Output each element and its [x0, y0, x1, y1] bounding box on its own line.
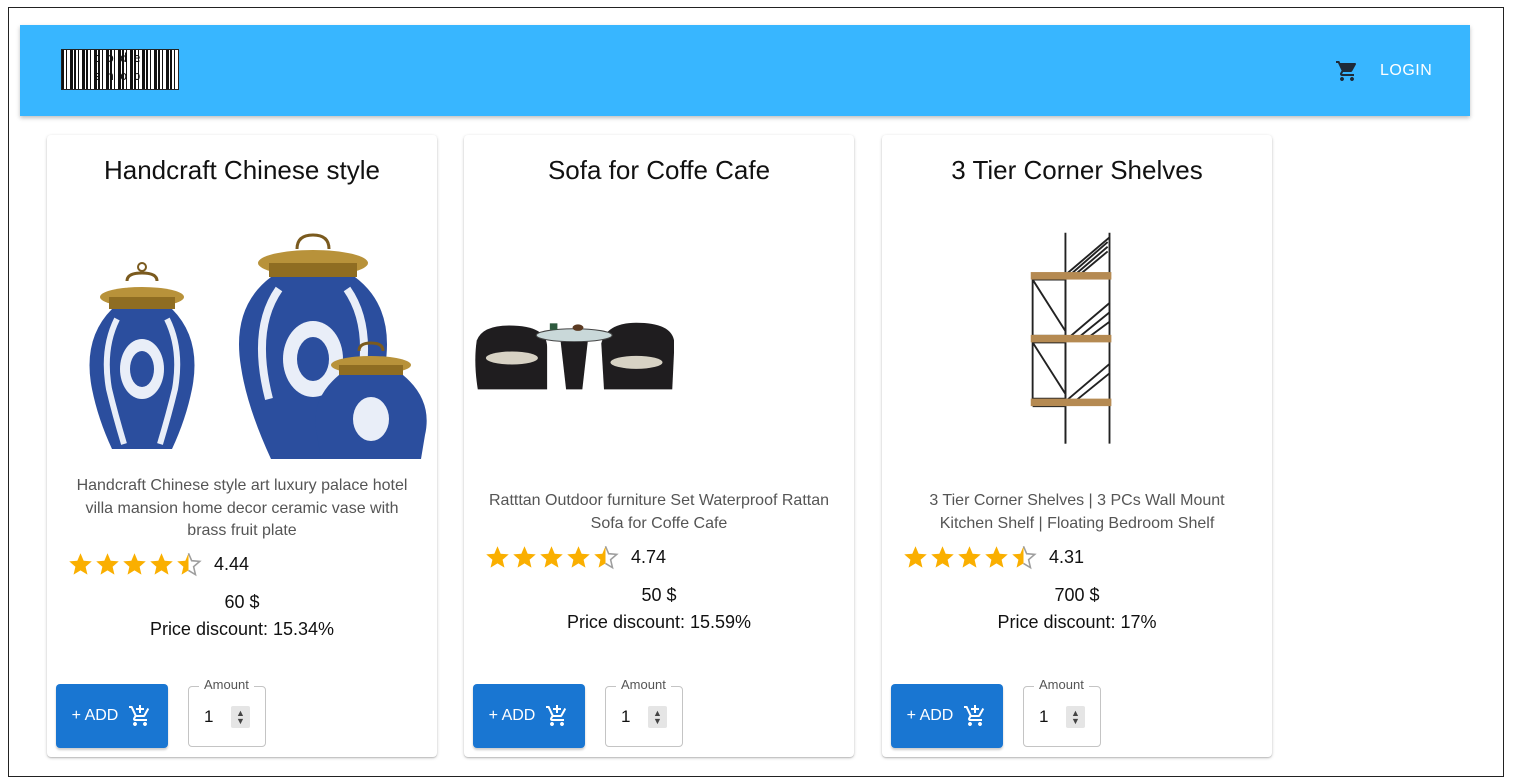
product-price: 50 $: [641, 585, 677, 605]
amount-value: 1: [204, 707, 214, 726]
star-full-icon: [123, 553, 146, 575]
star-full-icon: [150, 553, 173, 575]
star-full-icon: [985, 546, 1008, 568]
star-full-icon: [513, 546, 536, 568]
amount-field[interactable]: Amount 1 ▲ ▼: [188, 677, 266, 747]
product-title: Handcraft Chinese style: [103, 155, 381, 185]
product-rating: 4.74: [484, 544, 666, 571]
add-label: + ADD: [488, 707, 536, 724]
product-price: 60 $: [224, 592, 260, 612]
product-title: 3 Tier Corner Shelves: [951, 155, 1203, 185]
rating-value: 4.31: [1049, 547, 1085, 567]
add-to-cart-button[interactable]: + ADD: [891, 684, 1003, 748]
code-shop-logo[interactable]: code shop: [61, 49, 179, 90]
star-full-icon: [486, 546, 509, 568]
amount-value: 1: [1039, 707, 1049, 726]
star-full-icon: [958, 546, 981, 568]
add-label: + ADD: [906, 707, 954, 724]
logo-text-shop: shop: [93, 69, 147, 83]
star-half-icon: [177, 552, 202, 577]
add-shopping-cart-icon: [964, 705, 985, 726]
star-half-icon: [594, 545, 619, 570]
product-description: 3 Tier Corner Shelves | 3 PCs Wall Mount…: [929, 492, 1225, 532]
product-image-rattan-sofa: [474, 319, 675, 390]
price-discount: Price discount: 15.34%: [149, 619, 335, 639]
amount-label: Amount: [616, 677, 671, 692]
login-button[interactable]: LOGIN: [1370, 59, 1442, 83]
rating-value: 4.74: [631, 547, 667, 567]
rating-value: 4.44: [214, 554, 250, 574]
app-bar: code shop LOGIN: [20, 25, 1470, 116]
amount-spinner[interactable]: ▲ ▼: [648, 706, 667, 728]
amount-value: 1: [621, 707, 631, 726]
product-price: 700 $: [1054, 585, 1100, 605]
star-full-icon: [540, 546, 563, 568]
add-shopping-cart-icon: [129, 705, 150, 726]
product-card: Sofa for Coffe Cafe Ratttan Outdoor furn…: [464, 135, 854, 757]
product-image-vases: [57, 219, 427, 459]
star-full-icon: [567, 546, 590, 568]
amount-spinner[interactable]: ▲ ▼: [1066, 706, 1085, 728]
star-full-icon: [904, 546, 927, 568]
star-full-icon: [931, 546, 954, 568]
amount-field[interactable]: Amount 1 ▲ ▼: [1023, 677, 1101, 747]
price-discount: Price discount: 15.59%: [566, 612, 752, 632]
product-title: Sofa for Coffe Cafe: [547, 155, 771, 185]
amount-field[interactable]: Amount 1 ▲ ▼: [605, 677, 683, 747]
product-card: Handcraft Chinese style Handcraft Chines…: [47, 135, 437, 757]
star-full-icon: [69, 553, 92, 575]
product-description: Handcraft Chinese style art luxury palac…: [76, 477, 408, 539]
product-card: 3 Tier Corner Shelves 3 Tier Corner Shel…: [882, 135, 1272, 757]
app-window: code shop LOGIN Handcraft Chinese style: [8, 7, 1504, 777]
add-label: + ADD: [71, 707, 119, 724]
logo-text-code: code: [93, 51, 147, 65]
amount-label: Amount: [199, 677, 254, 692]
product-rating: 4.31: [902, 544, 1084, 571]
star-half-icon: [1012, 545, 1037, 570]
add-shopping-cart-icon: [546, 705, 567, 726]
amount-label: Amount: [1034, 677, 1089, 692]
star-full-icon: [96, 553, 119, 575]
product-description: Ratttan Outdoor furniture Set Waterproof…: [488, 492, 830, 532]
product-rating: 4.44: [67, 551, 249, 578]
add-to-cart-button[interactable]: + ADD: [473, 684, 585, 748]
product-image-corner-shelves: [892, 228, 1239, 453]
add-to-cart-button[interactable]: + ADD: [56, 684, 168, 748]
cart-icon[interactable]: [1335, 59, 1359, 83]
price-discount: Price discount: 17%: [997, 612, 1157, 632]
amount-spinner[interactable]: ▲ ▼: [231, 706, 250, 728]
